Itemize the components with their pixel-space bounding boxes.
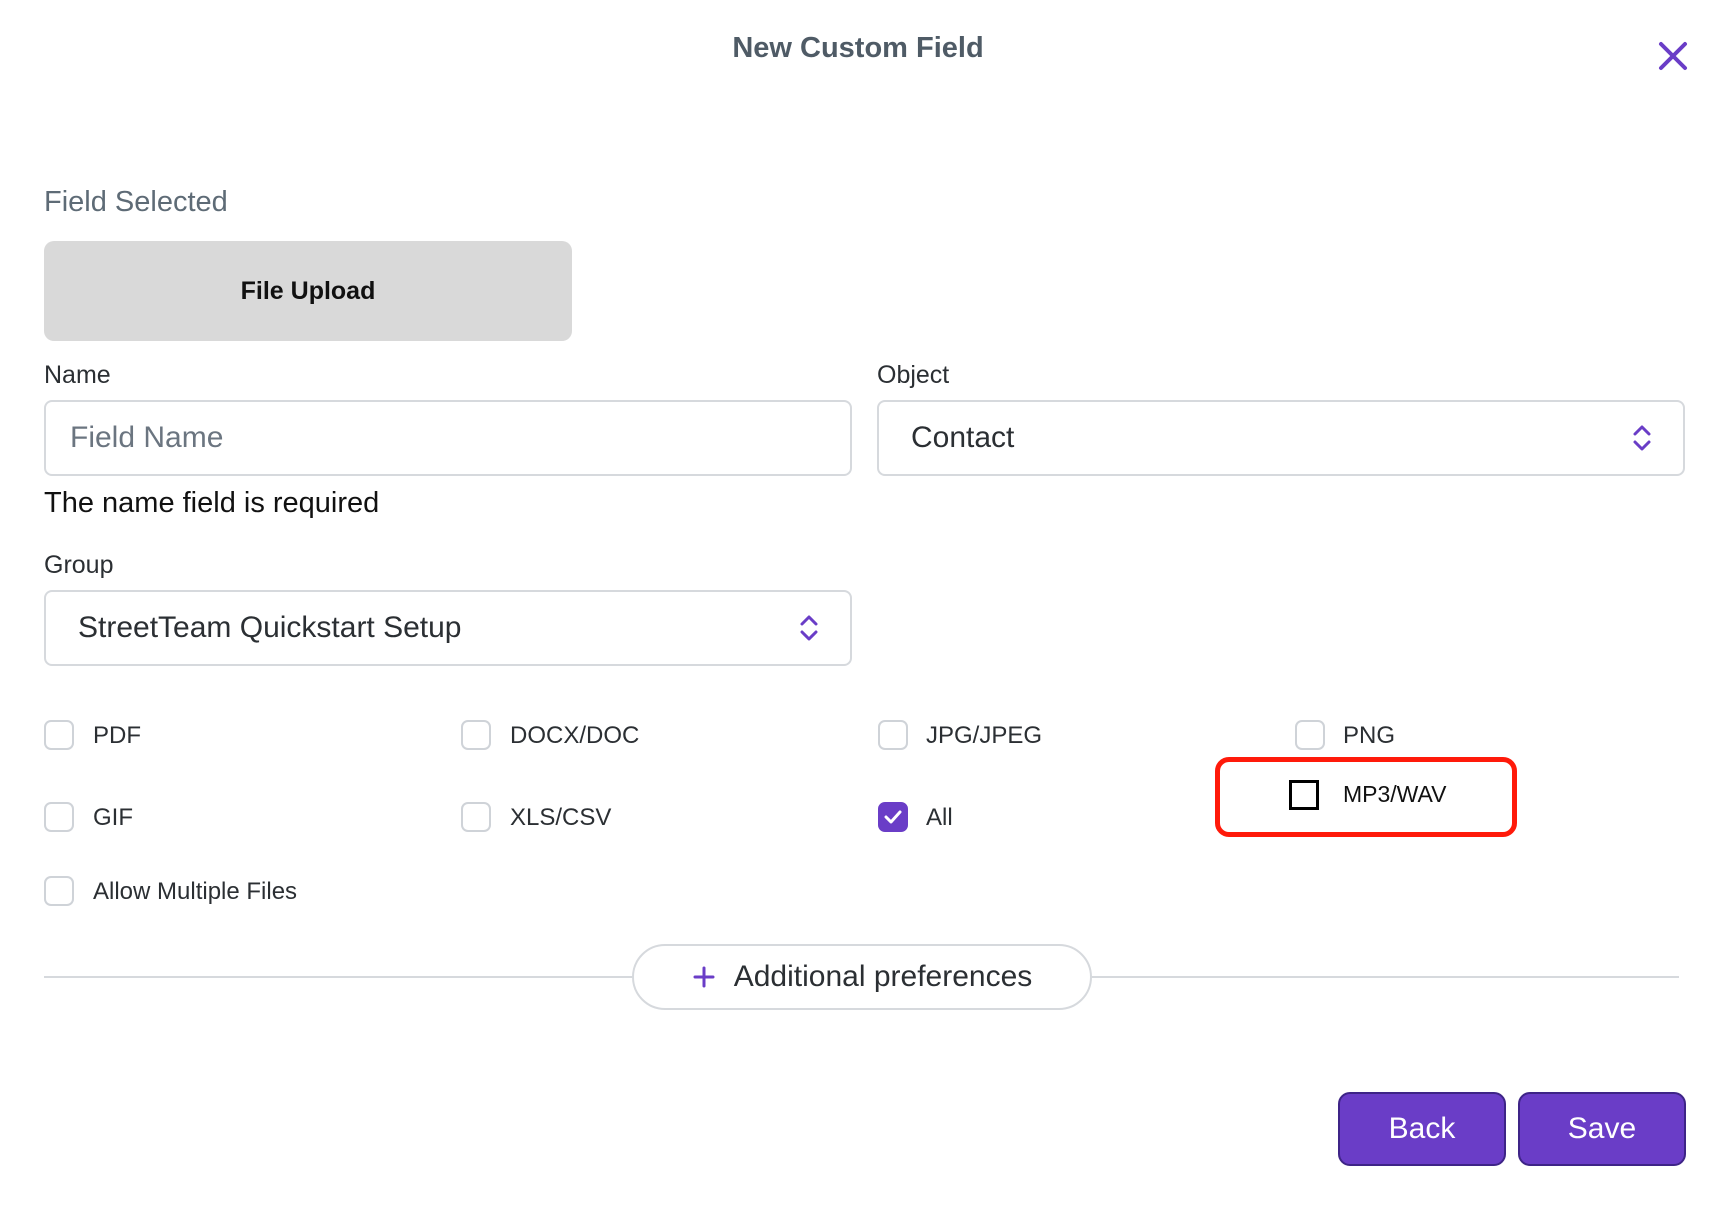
name-input-wrapper (44, 400, 852, 476)
checkbox-all[interactable] (878, 802, 908, 832)
field-type-card: File Upload (44, 241, 572, 341)
object-label: Object (877, 361, 950, 389)
additional-preferences-label: Additional preferences (733, 960, 1033, 993)
save-button[interactable]: Save (1518, 1092, 1686, 1166)
checkbox-jpg[interactable] (878, 720, 908, 750)
name-input[interactable] (46, 402, 850, 474)
checkbox-pdf[interactable] (44, 720, 74, 750)
object-select[interactable]: Contact (877, 400, 1685, 476)
checkbox-pdf-label: PDF (93, 722, 141, 749)
modal-title: New Custom Field (732, 32, 984, 64)
checkbox-gif-label: GIF (93, 804, 133, 831)
additional-preferences-button[interactable]: Additional preferences (632, 944, 1092, 1010)
group-label: Group (44, 551, 114, 579)
back-button[interactable]: Back (1338, 1092, 1506, 1166)
checkbox-png-label: PNG (1343, 722, 1396, 749)
object-select-value: Contact (911, 421, 1015, 454)
checkbox-all-label: All (926, 804, 953, 831)
checkbox-gif[interactable] (44, 802, 74, 832)
checkbox-allow-multiple[interactable] (44, 876, 74, 906)
field-selected-label: Field Selected (44, 186, 228, 218)
close-icon (1659, 42, 1687, 70)
plus-icon (693, 966, 715, 988)
checkbox-mp3[interactable] (1289, 780, 1319, 810)
checkbox-docx[interactable] (461, 720, 491, 750)
checkbox-jpg-label: JPG/JPEG (926, 722, 1043, 749)
name-label: Name (44, 361, 111, 389)
chevron-updown-icon (800, 615, 818, 641)
chevron-updown-icon (1633, 425, 1651, 451)
checkbox-xls-label: XLS/CSV (510, 804, 612, 831)
checkbox-mp3-label: MP3/WAV (1343, 781, 1447, 807)
name-error-message: The name field is required (44, 487, 380, 519)
checkbox-png[interactable] (1295, 720, 1325, 750)
checkbox-xls[interactable] (461, 802, 491, 832)
group-select-value: StreetTeam Quickstart Setup (78, 611, 462, 644)
close-button[interactable] (1653, 36, 1693, 76)
check-icon (884, 810, 902, 824)
checkbox-docx-label: DOCX/DOC (510, 722, 640, 749)
checkbox-allow-multiple-label: Allow Multiple Files (93, 878, 298, 905)
group-select[interactable]: StreetTeam Quickstart Setup (44, 590, 852, 666)
